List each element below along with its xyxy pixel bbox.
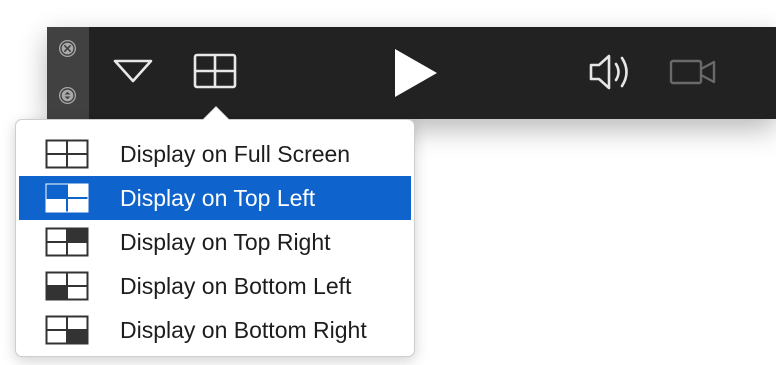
play-button[interactable] [385,47,445,99]
menu-list: Display on Full Screen Display on Top Le… [16,132,414,352]
menu-item-label: Display on Bottom Left [120,272,352,299]
display-position-menu: Display on Full Screen Display on Top Le… [15,119,415,357]
menu-item-label: Display on Top Right [120,228,331,255]
display-layout-button[interactable] [190,51,240,91]
bottom-left-grid-icon [44,270,90,302]
grid-layout-icon [193,53,237,89]
menu-item-top-right[interactable]: Display on Top Right [16,220,414,264]
menu-item-full-screen[interactable]: Display on Full Screen [16,132,414,176]
dropdown-menu-button[interactable] [110,52,156,90]
chevron-down-icon [113,59,153,83]
menu-item-top-left[interactable]: Display on Top Left [19,176,411,220]
close-window-button[interactable] [59,40,76,57]
window-controls-strip [47,27,89,119]
close-x-icon [60,41,75,56]
camera-button[interactable] [667,53,719,91]
top-right-grid-icon [44,226,90,258]
minimize-window-button[interactable] [59,87,76,104]
bottom-right-grid-icon [44,314,90,346]
volume-button[interactable] [585,49,637,95]
popover-arrow [203,107,229,120]
menu-item-bottom-right[interactable]: Display on Bottom Right [16,308,414,352]
video-hud-bar [47,27,776,119]
menu-item-bottom-left[interactable]: Display on Bottom Left [16,264,414,308]
menu-item-label: Display on Full Screen [120,140,351,167]
menu-item-label: Display on Bottom Right [120,316,367,343]
play-icon [395,49,437,97]
full-screen-grid-icon [44,138,90,170]
speaker-icon [589,54,628,90]
menu-item-label: Display on Top Left [120,184,316,211]
minimize-icon [60,88,75,103]
video-camera-icon [669,59,716,85]
top-left-grid-icon [44,182,90,214]
